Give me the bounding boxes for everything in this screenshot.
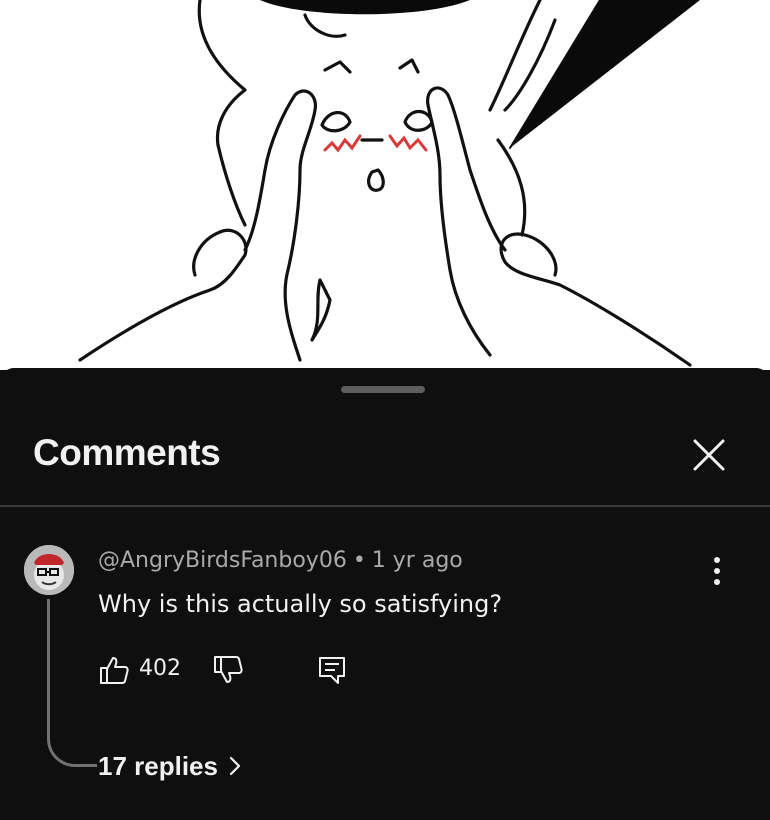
dislike-button[interactable] bbox=[212, 654, 244, 686]
replies-button[interactable]: 17 replies bbox=[98, 751, 242, 784]
meta-separator: • bbox=[352, 548, 366, 573]
comment-meta: @AngryBirdsFanboy06 • 1 yr ago bbox=[98, 548, 463, 573]
thread-line bbox=[47, 599, 97, 767]
avatar[interactable] bbox=[24, 545, 74, 595]
like-count: 402 bbox=[139, 656, 181, 681]
thumbs-down-icon bbox=[214, 656, 243, 683]
cartoon-drawing bbox=[78, 0, 700, 367]
chevron-right-icon bbox=[228, 753, 242, 784]
drag-handle[interactable] bbox=[341, 386, 425, 393]
avatar-icon bbox=[24, 545, 74, 595]
close-button[interactable] bbox=[686, 432, 732, 478]
comment-author[interactable]: @AngryBirdsFanboy06 bbox=[98, 548, 347, 573]
thumbs-up-icon bbox=[100, 657, 129, 684]
comments-sheet: Comments @AngryBirdsFanboy06 • 1 yr ago Wh… bbox=[0, 368, 770, 820]
comment-text: Why is this actually so satisfying? bbox=[98, 590, 503, 618]
reply-comment-icon bbox=[319, 657, 345, 684]
like-button[interactable] bbox=[98, 654, 130, 686]
comment-actions: 402 bbox=[98, 652, 398, 692]
sheet-title: Comments bbox=[33, 432, 221, 473]
comment-time: 1 yr ago bbox=[371, 548, 463, 573]
replies-label: 17 replies bbox=[98, 751, 218, 781]
close-icon bbox=[693, 439, 725, 471]
divider bbox=[0, 505, 770, 507]
video-frame[interactable] bbox=[0, 0, 770, 370]
reply-button[interactable] bbox=[316, 654, 348, 686]
more-options-button[interactable] bbox=[702, 554, 732, 588]
more-vert-icon bbox=[714, 557, 720, 585]
